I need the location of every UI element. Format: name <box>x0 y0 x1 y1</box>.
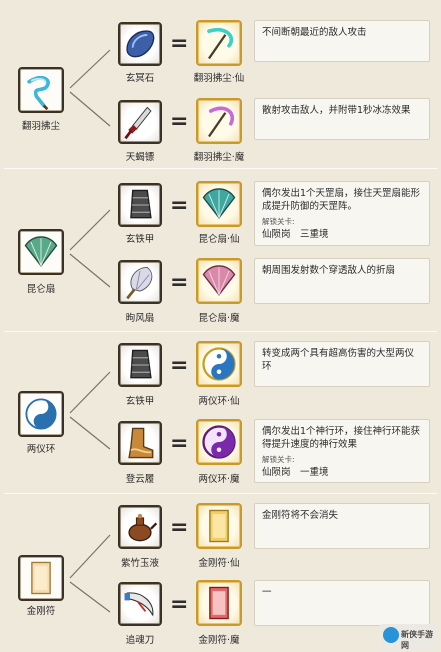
base-item-label: 金刚符 <box>26 606 56 617</box>
equals-sign: = <box>170 592 189 617</box>
yinyang-blue-icon <box>25 398 57 430</box>
material-label: 追魂刀 <box>125 635 155 646</box>
material-label: 天蝎镖 <box>125 152 155 163</box>
equals-sign: = <box>170 431 189 456</box>
red-talisman-icon <box>209 586 229 620</box>
teal-fan-icon <box>202 188 236 219</box>
effect-text: 偶尔发出1个天罡扇，接住天罡扇能形成提升防御的天罡阵。 <box>262 188 421 212</box>
effect-text: 朝周围发射数个穿透敌人的折扇 <box>262 265 396 276</box>
material-slot[interactable] <box>118 582 162 626</box>
result-label: 金刚符·魔 <box>198 635 240 646</box>
result-slot[interactable] <box>196 98 242 144</box>
result-slot[interactable] <box>196 419 242 465</box>
unlock-stage: 仙陨岗 三重境 <box>262 229 329 240</box>
gold-talisman-icon <box>209 509 229 543</box>
blue-stone-icon <box>126 30 155 58</box>
effect-description: 不间断朝最近的敌人攻击 <box>254 20 430 62</box>
unlock-label: 解锁关卡: <box>262 217 295 226</box>
material-slot[interactable] <box>118 183 162 227</box>
pink-fan-icon <box>202 265 236 296</box>
result-label: 两仪环·仙 <box>198 396 240 407</box>
equals-sign: = <box>170 193 189 218</box>
effect-description: 散射攻击敌人，并附带1秒冰冻效果 <box>254 98 430 140</box>
effect-text: 金刚符将不会消失 <box>262 510 339 521</box>
material-slot[interactable] <box>118 260 162 304</box>
effect-text: 一 <box>262 587 272 598</box>
cyan-whisk-icon <box>207 27 234 60</box>
unlock-label: 解锁关卡: <box>262 455 295 464</box>
equals-sign: = <box>170 353 189 378</box>
effect-description: 偶尔发出1个神行环，接住神行环能获得提升速度的神行效果 解锁关卡: 仙陨岗 一重… <box>254 419 430 483</box>
unlock-stage: 仙陨岗 一重境 <box>262 467 329 478</box>
effect-description: 一 <box>254 580 430 626</box>
material-slot[interactable] <box>118 505 162 549</box>
material-label: 玄铁甲 <box>125 396 155 407</box>
base-item-label: 昆仑扇 <box>26 284 56 295</box>
teapot-icon <box>128 513 158 542</box>
watermark-logo-icon <box>383 627 399 643</box>
result-label: 翻羽拂尘·仙 <box>193 73 245 84</box>
base-item-slot[interactable] <box>18 555 64 601</box>
effect-description: 金刚符将不会消失 <box>254 503 430 549</box>
yinyang-purple-icon <box>202 425 236 459</box>
site-watermark: 新侠手游网 <box>379 624 437 650</box>
watermark-text: 新侠手游网 <box>401 630 433 650</box>
result-label: 金刚符·仙 <box>198 558 240 569</box>
base-item-label: 翻羽拂尘 <box>21 121 60 132</box>
curved-blade-icon <box>124 592 154 617</box>
blue-whisk-icon <box>27 75 50 111</box>
result-slot[interactable] <box>196 503 242 549</box>
result-label: 两仪环·魔 <box>198 474 240 485</box>
result-slot[interactable] <box>196 341 242 387</box>
material-label: 紫竹玉液 <box>120 558 159 569</box>
effect-text: 转变成两个具有超高伤害的大型两仪环 <box>262 348 415 372</box>
yinyang-gold-icon <box>202 347 236 381</box>
result-label: 昆仑扇·魔 <box>198 313 240 324</box>
base-item-slot[interactable] <box>18 391 64 437</box>
material-slot[interactable] <box>118 22 162 66</box>
result-slot[interactable] <box>196 258 242 304</box>
jade-fan-icon <box>24 236 58 267</box>
iron-bracer-icon <box>130 349 152 379</box>
equals-sign: = <box>170 31 189 56</box>
material-slot[interactable] <box>118 421 162 465</box>
effect-description: 偶尔发出1个天罡扇，接住天罡扇能形成提升防御的天罡阵。 解锁关卡: 仙陨岗 三重… <box>254 181 430 246</box>
result-label: 翻羽拂尘·魔 <box>193 152 245 163</box>
material-slot[interactable] <box>118 100 162 144</box>
feather-fan-icon <box>126 266 153 300</box>
material-label: 玄冥石 <box>125 73 155 84</box>
result-slot[interactable] <box>196 580 242 626</box>
base-item-slot[interactable] <box>18 229 64 275</box>
result-slot[interactable] <box>196 181 242 227</box>
base-item-label: 两仪环 <box>26 444 56 455</box>
result-slot[interactable] <box>196 20 242 66</box>
base-item-slot[interactable] <box>18 67 64 113</box>
material-label: 登云履 <box>125 474 155 485</box>
effect-text: 散射攻击敌人，并附带1秒冰冻效果 <box>262 105 411 116</box>
material-label: 昫风扇 <box>125 313 155 324</box>
equals-sign: = <box>170 109 189 134</box>
cloud-boots-icon <box>128 427 154 459</box>
result-label: 昆仑扇·仙 <box>198 234 240 245</box>
iron-bracer-icon <box>130 189 152 219</box>
effect-description: 朝周围发射数个穿透敌人的折扇 <box>254 258 430 304</box>
material-label: 玄铁甲 <box>125 234 155 245</box>
equals-sign: = <box>170 270 189 295</box>
effect-text: 不间断朝最近的敌人攻击 <box>262 27 367 38</box>
effect-text: 偶尔发出1个神行环，接住神行环能获得提升速度的神行效果 <box>262 426 421 450</box>
purple-whisk-icon <box>208 106 235 138</box>
material-slot[interactable] <box>118 343 162 387</box>
scorpion-dart-icon <box>124 106 152 140</box>
talisman-icon <box>31 561 51 595</box>
effect-description: 转变成两个具有超高伤害的大型两仪环 <box>254 341 430 387</box>
equals-sign: = <box>170 515 189 540</box>
